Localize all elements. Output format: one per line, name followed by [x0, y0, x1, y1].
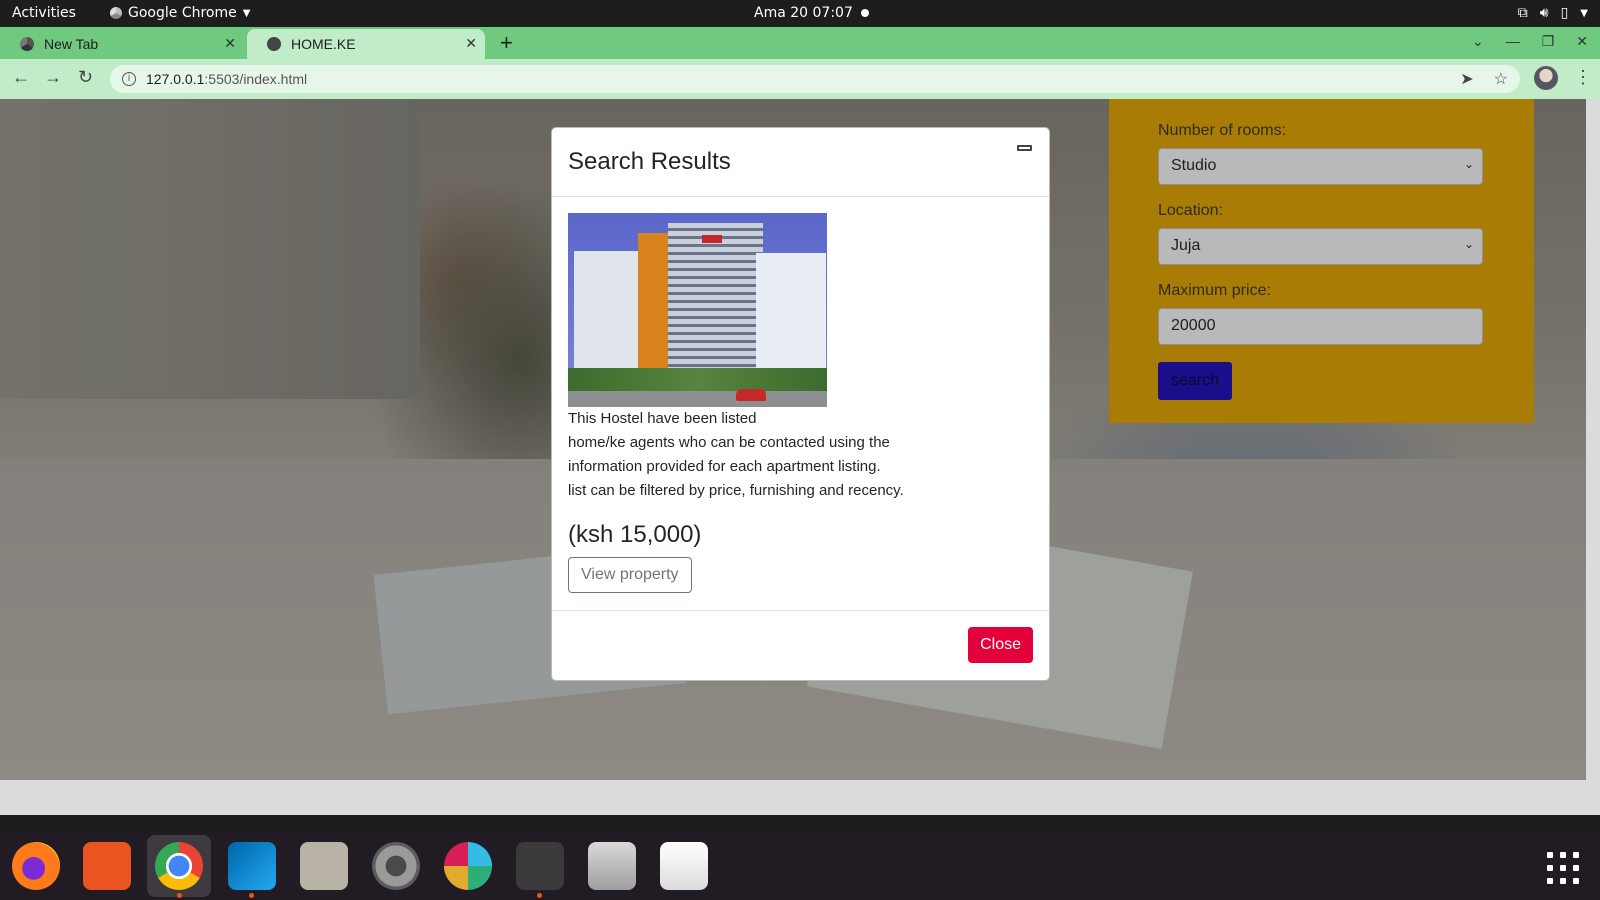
view-property-button[interactable]: View property — [568, 557, 692, 593]
modal-header: Search Results — [552, 128, 1049, 197]
app-menu[interactable]: Google Chrome ▼ — [110, 5, 250, 21]
hostel-image — [568, 213, 827, 407]
tab-label: HOME.KE — [291, 36, 356, 52]
browser-toolbar: ← → ↻ i 127.0.0.1:5503/index.html ➤ ☆ ⋮ — [0, 59, 1600, 99]
running-indicator — [537, 893, 542, 898]
globe-icon — [267, 37, 281, 51]
image-viewer-icon[interactable] — [588, 842, 636, 890]
new-tab-button[interactable]: + — [500, 30, 513, 56]
network-icon: ⧉ — [1517, 5, 1528, 21]
minimize-icon[interactable]: — — [1506, 33, 1520, 50]
close-icon[interactable]: ✕ — [224, 35, 236, 52]
car-shape — [736, 389, 766, 401]
dock — [0, 831, 1600, 900]
search-results-modal: Search Results This Hostel have been lis… — [551, 127, 1050, 681]
modal-title: Search Results — [568, 148, 731, 175]
tab-search-icon[interactable]: ⌄ — [1472, 33, 1484, 50]
building-sign — [702, 235, 722, 243]
hostel-description: This Hostel have been listed home/ke age… — [568, 407, 1033, 503]
battery-icon: ▯ — [1560, 5, 1569, 21]
ground-shape — [568, 391, 827, 407]
description-line: This Hostel have been listed — [568, 410, 757, 427]
description-line: list can be filtered by price, furnishin… — [568, 482, 904, 499]
app-center-icon[interactable] — [83, 842, 131, 890]
settings-icon[interactable] — [372, 842, 420, 890]
close-icon[interactable]: ✕ — [465, 35, 477, 52]
slack-icon[interactable] — [444, 842, 492, 890]
system-tray[interactable]: ⧉ 🔊︎ ▯ ▼ — [1518, 5, 1588, 21]
description-line: information provided for each apartment … — [568, 458, 881, 475]
running-indicator — [249, 893, 254, 898]
close-button[interactable]: Close — [968, 627, 1033, 663]
modal-footer: Close — [552, 611, 1049, 681]
forward-icon[interactable]: → — [44, 67, 62, 88]
address-bar[interactable]: i 127.0.0.1:5503/index.html ➤ ☆ — [110, 65, 1520, 93]
volume-icon: 🔊︎ — [1539, 5, 1549, 21]
close-window-icon[interactable]: ✕ — [1576, 33, 1588, 50]
running-indicator — [177, 893, 182, 898]
back-icon[interactable]: ← — [12, 67, 30, 88]
bookmark-star-icon[interactable]: ☆ — [1494, 69, 1508, 89]
tab-strip: New Tab ✕ HOME.KE ✕ + ⌄ — ❐ ✕ — [0, 27, 1600, 59]
hostel-price: (ksh 15,000) — [568, 521, 702, 548]
maximize-icon[interactable]: ❐ — [1542, 33, 1555, 50]
url-path: :5503/index.html — [204, 71, 308, 87]
firefox-icon[interactable] — [12, 842, 60, 890]
notification-dot-icon — [861, 9, 869, 17]
modal-body: This Hostel have been listed home/ke age… — [552, 197, 1049, 611]
activities-button[interactable]: Activities — [12, 5, 76, 21]
tab-new-tab[interactable]: New Tab ✕ — [0, 29, 244, 59]
chrome-icon — [20, 37, 34, 51]
vscode-icon[interactable] — [228, 842, 276, 890]
modal-close-icon[interactable] — [1017, 145, 1032, 151]
show-applications-icon[interactable] — [1547, 852, 1579, 884]
chevron-down-icon: ▼ — [242, 7, 251, 19]
trees-shape — [568, 368, 827, 393]
system-top-bar: Activities Google Chrome ▼ Ama 20 07:07 … — [0, 0, 1600, 27]
files-icon[interactable] — [300, 842, 348, 890]
profile-avatar[interactable] — [1534, 66, 1558, 90]
reload-icon[interactable]: ↻ — [78, 67, 93, 88]
share-icon[interactable]: ➤ — [1460, 69, 1473, 89]
chevron-down-icon: ▼ — [1580, 7, 1588, 19]
page-viewport: Number of rooms: Studio ⌄ Location: Juja… — [0, 99, 1600, 815]
chrome-icon — [110, 7, 122, 19]
building-shape — [756, 253, 826, 383]
url-host: 127.0.0.1 — [146, 71, 205, 87]
site-info-icon[interactable]: i — [122, 72, 136, 86]
tab-home-ke[interactable]: HOME.KE ✕ — [247, 29, 485, 59]
terminal-icon[interactable] — [516, 842, 564, 890]
description-line: home/ke agents who can be contacted usin… — [568, 434, 890, 451]
google-chrome-icon[interactable] — [155, 842, 203, 890]
more-menu-icon[interactable]: ⋮ — [1574, 67, 1592, 88]
clock[interactable]: Ama 20 07:07 — [754, 5, 853, 21]
text-editor-icon[interactable] — [660, 842, 708, 890]
window-controls: ⌄ — ❐ ✕ — [1472, 33, 1588, 50]
app-menu-label: Google Chrome — [128, 5, 237, 21]
tab-label: New Tab — [44, 36, 99, 52]
